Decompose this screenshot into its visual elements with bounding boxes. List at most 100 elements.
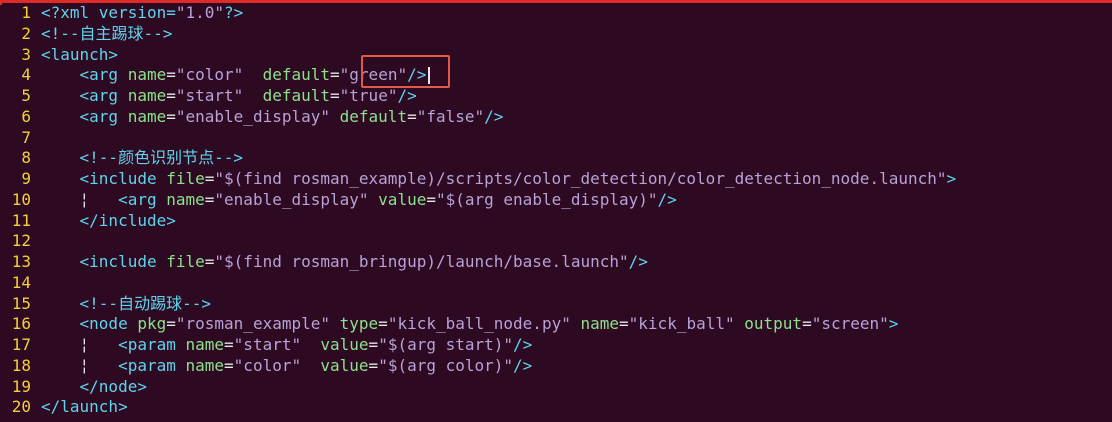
token-attr: default <box>262 86 331 105</box>
token-eq: = <box>378 314 388 334</box>
token-tag: > <box>888 314 899 334</box>
line-number: 9 <box>21 169 31 188</box>
token-eq: = <box>204 169 215 188</box>
token-tag: <arg <box>118 189 167 209</box>
token-str: "false" <box>416 106 485 126</box>
token-tag <box>369 190 379 209</box>
token-cmt: <!--颜色识别节点--> <box>41 148 243 168</box>
token-attr: value <box>378 189 427 209</box>
token-attr: name <box>580 314 620 334</box>
token-eq: = <box>166 314 176 334</box>
token-tag: /> <box>397 86 417 105</box>
token-tag <box>301 356 320 375</box>
token-str: "screen" <box>811 314 889 334</box>
token-tag: /> <box>628 252 648 271</box>
line-number: 2 <box>21 23 31 43</box>
line-code: <include file="$(find rosman_bringup)/la… <box>41 252 648 273</box>
token-tag: </launch> <box>41 397 128 417</box>
token-tag: /> <box>513 335 533 354</box>
token-attr: name <box>185 355 225 375</box>
token-tag: /> <box>513 355 533 375</box>
token-tag: <arg <box>41 65 128 85</box>
token-eq: = <box>204 252 215 271</box>
line-number: 11 <box>11 210 31 230</box>
token-cmt: <!--自主踢球--> <box>41 23 173 43</box>
line-number: 18 <box>11 355 31 375</box>
token-guide: ¦ <box>41 355 119 375</box>
line-number: 6 <box>21 106 31 126</box>
line-code: </include> <box>41 211 176 232</box>
token-attr: name <box>185 335 225 354</box>
line-code: <arg name="start" default="true"/> <box>41 86 417 107</box>
token-tag <box>243 65 262 84</box>
line-code: ¦ <param name="color" value="$(arg color… <box>41 355 533 377</box>
token-str: "enable_display" <box>214 189 369 209</box>
token-eq: = <box>204 189 215 209</box>
token-attr: value <box>320 335 369 354</box>
highlight-box <box>361 55 450 88</box>
token-str: "color" <box>175 65 244 85</box>
token-attr: name <box>127 86 167 105</box>
token-tag: <include <box>41 252 167 271</box>
token-str: "start" <box>175 86 244 105</box>
line-code: ¦ <param name="start" value="$(arg start… <box>41 335 533 356</box>
token-tag <box>735 314 745 333</box>
token-str: "enable_display" <box>175 106 330 126</box>
token-str: "$(arg color)" <box>378 355 514 375</box>
token-eq: = <box>166 86 176 105</box>
token-tag: /> <box>657 189 677 209</box>
line-number: 15 <box>11 293 31 313</box>
line-code: <?xml version="1.0"?> <box>41 3 243 24</box>
token-str: "$(arg start)" <box>378 335 514 354</box>
token-eq: = <box>224 335 234 354</box>
token-attr: name <box>166 189 205 209</box>
token-eq: = <box>330 65 340 85</box>
line-number: 4 <box>21 65 31 85</box>
token-str: "rosman_example" <box>175 314 330 334</box>
token-str: "$(find rosman_bringup)/launch/base.laun… <box>214 252 629 271</box>
token-tag: /> <box>484 106 504 126</box>
token-attr: default <box>339 106 408 126</box>
token-tag: <launch> <box>41 44 119 64</box>
token-eq: = <box>330 86 340 105</box>
token-guide: ¦ <box>41 335 119 354</box>
line-number: 20 <box>11 397 31 417</box>
token-tag: <arg <box>41 106 128 126</box>
code-editor[interactable]: 1 <?xml version="1.0"?> 2 <!--自主踢球--> 3 <laun… <box>0 0 1112 422</box>
token-tag: <param <box>118 335 186 354</box>
token-tag: <arg <box>41 86 128 105</box>
token-decl: ?> <box>224 3 244 22</box>
line-number: 12 <box>11 231 31 251</box>
token-tag <box>243 86 262 105</box>
token-tag: > <box>946 169 957 188</box>
token-attr: value <box>320 355 369 375</box>
line-number: 5 <box>21 86 31 105</box>
token-tag <box>330 107 340 126</box>
token-str: "1.0" <box>175 3 225 22</box>
token-tag: </node> <box>41 376 147 396</box>
token-attr: name <box>127 65 167 85</box>
token-eq: = <box>224 355 234 375</box>
token-eq: = <box>802 314 812 334</box>
line-code: <include file="$(find rosman_example)/sc… <box>41 169 957 190</box>
line-number: 16 <box>11 314 31 334</box>
token-attr: default <box>262 65 331 85</box>
token-attr: name <box>127 106 167 126</box>
token-attr: file <box>166 252 205 271</box>
token-decl: <?xml version= <box>41 3 176 22</box>
line-number: 8 <box>21 148 31 168</box>
line-code: <!--自主踢球--> <box>41 24 172 45</box>
token-tag: <param <box>118 355 186 375</box>
token-attr: output <box>744 314 803 334</box>
token-str: "true" <box>339 86 398 105</box>
token-cmt: <!--自动踢球--> <box>41 293 211 313</box>
line-code: <node pkg="rosman_example" type="kick_ba… <box>41 314 899 335</box>
line-number: 10 <box>11 189 31 209</box>
token-attr: type <box>339 314 379 334</box>
line-code: <launch> <box>41 45 118 66</box>
line-number: 14 <box>11 272 31 292</box>
token-tag <box>301 335 320 354</box>
token-str: "kick_ball" <box>628 314 735 334</box>
line-code: <!--自动踢球--> <box>41 294 211 315</box>
token-tag: </include> <box>41 210 176 230</box>
